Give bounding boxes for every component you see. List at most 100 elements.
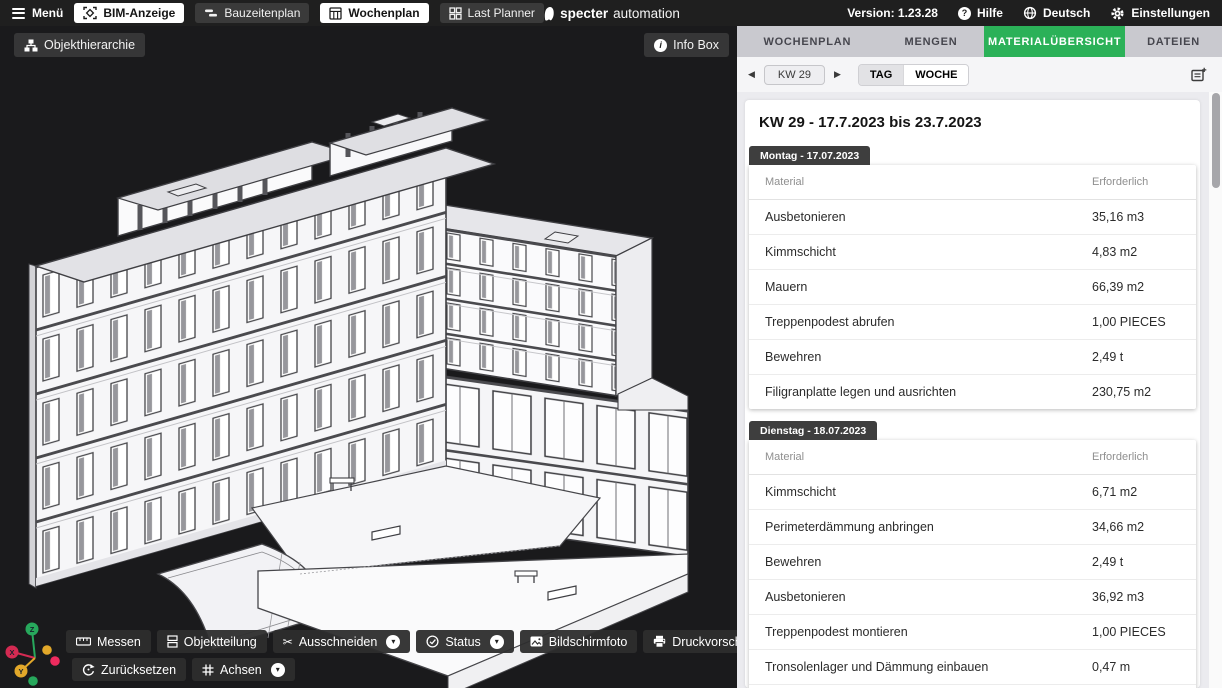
- chevron-down-icon: ▾: [276, 665, 280, 674]
- ausschneiden-button[interactable]: ✂ Ausschneiden ▾: [273, 630, 411, 653]
- tab-dateien[interactable]: DATEIEN: [1125, 26, 1222, 57]
- bim-viewport[interactable]: Objekthierarchie i Info Box Z X Y: [0, 26, 737, 688]
- status-dropdown-button[interactable]: ▾: [490, 635, 504, 649]
- hamburger-icon: [12, 8, 25, 19]
- table-row: Kimmschicht 6,71 m2: [749, 475, 1196, 509]
- object-hierarchy-label: Objekthierarchie: [44, 38, 135, 52]
- screenshot-icon: [530, 636, 543, 647]
- scissors-icon: ✂: [283, 636, 293, 648]
- druckvorschau-label: Druckvorschau: [672, 635, 737, 649]
- material-name: Perimeterdämmung anbringen: [765, 520, 1092, 534]
- info-box-label: Info Box: [673, 38, 719, 52]
- grid-2x2-icon: [449, 7, 462, 20]
- brand-name: specter: [560, 6, 608, 21]
- objektteilung-button[interactable]: Objektteilung: [157, 630, 267, 653]
- achsen-button[interactable]: Achsen ▾: [192, 658, 295, 681]
- messen-button[interactable]: Messen: [66, 630, 151, 653]
- axis-gizmo[interactable]: Z X Y: [2, 616, 64, 688]
- week-select-button[interactable]: KW 29: [764, 65, 825, 85]
- reset-view-icon: [82, 663, 95, 676]
- day-section-montag: Montag - 17.07.2023 Material Erforderlic…: [749, 146, 1196, 409]
- bim-view-icon: [83, 6, 97, 20]
- required-column-header: Erforderlich: [1092, 451, 1180, 463]
- nav-last-planner[interactable]: Last Planner: [440, 3, 544, 23]
- material-name: Ausbetonieren: [765, 590, 1092, 604]
- status-button[interactable]: Status ▾: [416, 630, 513, 653]
- bim-model-3d-view[interactable]: [0, 26, 737, 688]
- material-column-header: Material: [765, 176, 1092, 188]
- gantt-icon: [204, 7, 218, 19]
- table-row: Bewehren 2,49 t: [749, 544, 1196, 579]
- panel-body: KW 29 - 17.7.2023 bis 23.7.2023 Montag -…: [737, 92, 1222, 688]
- material-name: Kimmschicht: [765, 245, 1092, 259]
- day-section-dienstag: Dienstag - 18.07.2023 Material Erforderl…: [749, 421, 1196, 688]
- material-quantity: 36,92 m3: [1092, 590, 1180, 604]
- panel-scrollbar-track[interactable]: [1209, 92, 1222, 688]
- zuruecksetzen-button[interactable]: Zurücksetzen: [72, 658, 186, 681]
- info-box-button[interactable]: i Info Box: [644, 33, 729, 57]
- table-row: Tronsolenlager und Dämmung einbauen 0,47…: [749, 649, 1196, 684]
- week-heading: KW 29 - 17.7.2023 bis 23.7.2023: [759, 114, 1186, 131]
- brand-suffix: automation: [613, 6, 680, 21]
- menu-button[interactable]: Menü: [12, 6, 63, 20]
- settings-button[interactable]: Einstellungen: [1110, 6, 1210, 21]
- toggle-woche-button[interactable]: WOCHE: [903, 65, 968, 85]
- object-hierarchy-button[interactable]: Objekthierarchie: [14, 33, 145, 57]
- axis-x-label: X: [9, 648, 14, 657]
- add-note-icon: [1191, 67, 1207, 82]
- material-quantity: 35,16 m3: [1092, 210, 1180, 224]
- axes-grid-icon: [202, 664, 214, 676]
- table-row: Filigranplatte legen und ausrichten 230,…: [749, 374, 1196, 409]
- next-week-button[interactable]: ▶: [832, 67, 843, 82]
- nav-bim-anzeige[interactable]: BIM-Anzeige: [74, 3, 184, 23]
- druckvorschau-button[interactable]: Druckvorschau ▾: [643, 630, 737, 653]
- status-label: Status: [445, 635, 480, 649]
- material-name: Bewehren: [765, 555, 1092, 569]
- version-label: Version: 1.23.28: [847, 6, 938, 20]
- day-badge: Dienstag - 18.07.2023: [749, 421, 877, 440]
- ausschneiden-label: Ausschneiden: [299, 635, 378, 649]
- globe-icon: [1023, 6, 1037, 20]
- panel-scrollbar-thumb[interactable]: [1212, 93, 1220, 188]
- table-row: Filigranplatte legen und ausrichten 230,…: [749, 684, 1196, 688]
- material-quantity: 34,66 m2: [1092, 520, 1180, 534]
- material-quantity: 2,49 t: [1092, 555, 1180, 569]
- nav-wochenplan[interactable]: Wochenplan: [320, 3, 428, 23]
- info-icon: i: [654, 39, 667, 52]
- material-quantity: 1,00 PIECES: [1092, 315, 1180, 329]
- split-object-icon: [167, 635, 178, 648]
- top-bar: Menü BIM-Anzeige Bauzeitenplan: [0, 0, 1222, 26]
- settings-label: Einstellungen: [1131, 6, 1210, 20]
- material-table: Material Erforderlich Ausbetonieren 35,1…: [749, 165, 1196, 409]
- tab-materialuebersicht[interactable]: MATERIALÜBERSICHT: [984, 26, 1125, 57]
- table-row: Treppenpodest abrufen 1,00 PIECES: [749, 304, 1196, 339]
- material-quantity: 0,47 m: [1092, 660, 1180, 674]
- language-button[interactable]: Deutsch: [1023, 6, 1090, 20]
- material-name: Bewehren: [765, 350, 1092, 364]
- bildschirmfoto-button[interactable]: Bildschirmfoto: [520, 630, 638, 653]
- material-table: Material Erforderlich Kimmschicht 6,71 m…: [749, 440, 1196, 688]
- ruler-icon: [76, 637, 91, 646]
- nav-bauzeitenplan[interactable]: Bauzeitenplan: [195, 3, 309, 23]
- table-row: Ausbetonieren 35,16 m3: [749, 200, 1196, 234]
- material-name: Kimmschicht: [765, 485, 1092, 499]
- help-button[interactable]: ? Hilfe: [958, 6, 1003, 20]
- tab-wochenplan[interactable]: WOCHENPLAN: [737, 26, 878, 57]
- table-row: Kimmschicht 4,83 m2: [749, 234, 1196, 269]
- achsen-dropdown-button[interactable]: ▾: [271, 663, 285, 677]
- add-note-button[interactable]: [1191, 67, 1207, 82]
- required-column-header: Erforderlich: [1092, 176, 1180, 188]
- material-quantity: 6,71 m2: [1092, 485, 1180, 499]
- ausschneiden-dropdown-button[interactable]: ▾: [386, 635, 400, 649]
- material-quantity: 1,00 PIECES: [1092, 625, 1180, 639]
- toggle-tag-button[interactable]: TAG: [859, 65, 903, 85]
- help-label: Hilfe: [977, 6, 1003, 20]
- tab-mengen[interactable]: MENGEN: [878, 26, 985, 57]
- language-label: Deutsch: [1043, 6, 1090, 20]
- week-navigation-bar: ◀ KW 29 ▶ TAG WOCHE: [737, 57, 1222, 92]
- prev-week-button[interactable]: ◀: [746, 67, 757, 82]
- table-header: Material Erforderlich: [749, 440, 1196, 475]
- material-name: Filigranplatte legen und ausrichten: [765, 385, 1092, 399]
- day-badge: Montag - 17.07.2023: [749, 146, 870, 165]
- menu-label: Menü: [32, 6, 63, 20]
